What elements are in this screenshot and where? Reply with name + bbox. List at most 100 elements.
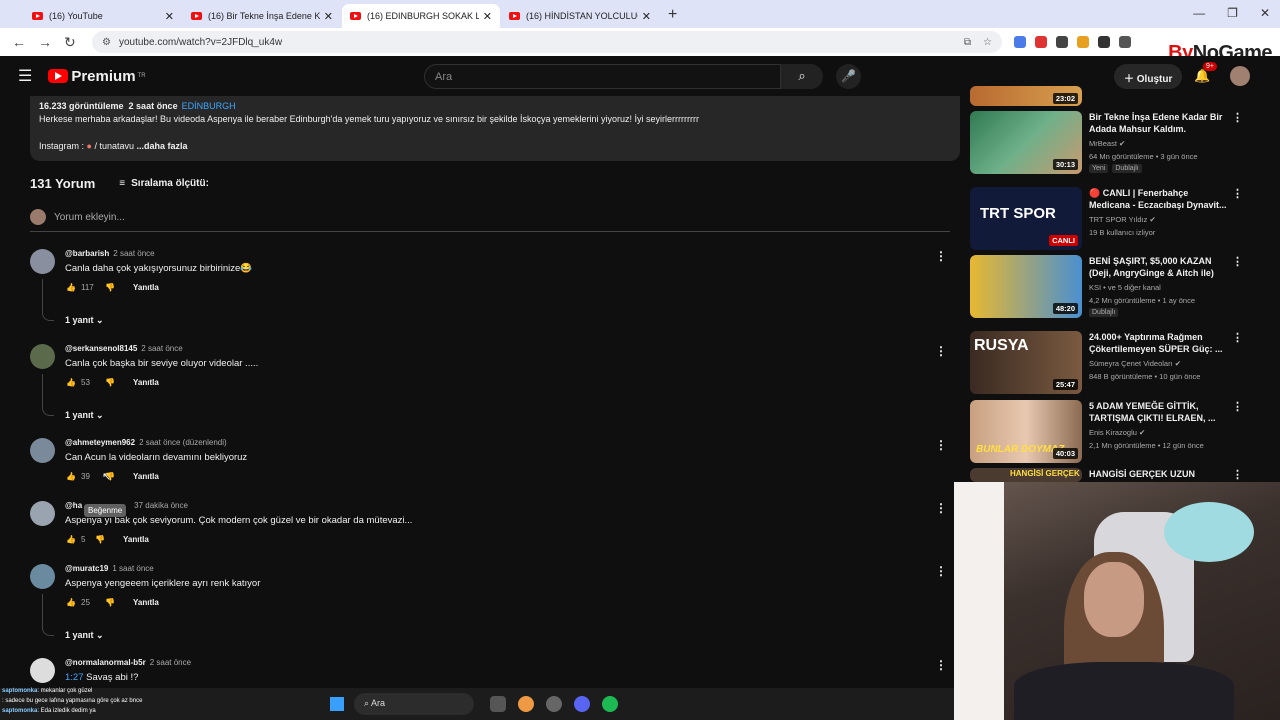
- app-icon[interactable]: [546, 696, 562, 712]
- comment-author[interactable]: @serkansenol8145 2 saat önce: [65, 344, 183, 353]
- reply-button[interactable]: Yanıtla: [133, 598, 159, 607]
- dislike-icon[interactable]: 👎: [95, 535, 107, 544]
- more-options-icon[interactable]: ⋮: [935, 564, 947, 578]
- close-tab-icon[interactable]: ✕: [483, 10, 492, 23]
- forward-icon[interactable]: →: [38, 34, 52, 50]
- recommended-video[interactable]: BUNLAR DOYMAZ 40:03 5 ADAM YEMEĞE GİTTİK…: [970, 400, 1250, 466]
- extension-icon[interactable]: [1056, 36, 1068, 48]
- add-comment-input[interactable]: Yorum ekleyin...: [54, 212, 125, 223]
- video-thumbnail[interactable]: BUNLAR DOYMAZ 40:03: [970, 400, 1082, 463]
- like-icon[interactable]: 👍: [65, 378, 77, 387]
- youtube-logo[interactable]: Premium TR: [48, 68, 146, 85]
- install-icon[interactable]: ⧉: [964, 37, 971, 48]
- like-icon[interactable]: 👍: [65, 598, 77, 607]
- more-options-icon[interactable]: ⋮: [1232, 187, 1243, 200]
- channel-name[interactable]: Enis Kirazoglu ✔: [1089, 428, 1145, 437]
- close-window-icon[interactable]: ✕: [1260, 6, 1270, 20]
- sort-button[interactable]: ≡ Sıralama ölçütü:: [119, 178, 209, 189]
- video-thumbnail[interactable]: TRT SPOR CANLI: [970, 187, 1082, 250]
- channel-name[interactable]: KSI • ve 5 diğer kanal: [1089, 283, 1161, 292]
- comment-author[interactable]: @barbarish 2 saat önce: [65, 249, 155, 258]
- reply-button[interactable]: Yanıtla: [133, 472, 159, 481]
- search-button[interactable]: ⌕: [781, 64, 823, 89]
- maximize-icon[interactable]: ❐: [1227, 6, 1238, 20]
- video-title[interactable]: Bir Tekne İnşa Edene Kadar Bir Adada Mah…: [1089, 111, 1229, 135]
- avatar[interactable]: [30, 501, 55, 526]
- back-icon[interactable]: ←: [12, 34, 26, 50]
- recommended-video[interactable]: RUSYA 25:47 24.000+ Yaptırıma Rağmen Çök…: [970, 331, 1250, 397]
- new-tab-button[interactable]: +: [668, 6, 677, 24]
- channel-name[interactable]: Sümeyra Çenet Videoları ✔: [1089, 359, 1181, 368]
- browser-tab-active[interactable]: (16) EDINBURGH SOKAK LEZZE ✕: [342, 4, 500, 28]
- reply-button[interactable]: Yanıtla: [133, 283, 159, 292]
- browser-tab[interactable]: (16) YouTube ✕: [24, 4, 182, 28]
- reply-button[interactable]: Yanıtla: [123, 535, 149, 544]
- comment-author[interactable]: @normalanormal-b5r 2 saat önce: [65, 658, 191, 667]
- like-icon[interactable]: 👍: [65, 283, 77, 292]
- channel-name[interactable]: TRT SPOR Yıldız ✔: [1089, 215, 1156, 224]
- extension-icon[interactable]: [1119, 36, 1131, 48]
- dislike-icon[interactable]: 👎: [105, 598, 117, 607]
- instagram-link[interactable]: / tunatavu: [95, 141, 135, 151]
- more-options-icon[interactable]: ⋮: [1232, 400, 1243, 413]
- more-options-icon[interactable]: ⋮: [935, 658, 947, 672]
- close-tab-icon[interactable]: ✕: [324, 10, 333, 23]
- extension-icon[interactable]: [1035, 36, 1047, 48]
- comment-author[interactable]: @ahmeteymen962 2 saat önce (düzenlendi): [65, 438, 227, 447]
- avatar[interactable]: [30, 438, 55, 463]
- more-options-icon[interactable]: ⋮: [1232, 255, 1243, 268]
- voice-search-button[interactable]: 🎤: [836, 64, 861, 89]
- avatar[interactable]: [30, 344, 55, 369]
- recommended-video[interactable]: 48:20 BENİ ŞAŞIRT, $5,000 KAZAN (Deji, A…: [970, 255, 1250, 321]
- taskbar-search[interactable]: ⌕ Ara: [354, 693, 474, 715]
- bookmark-star-icon[interactable]: ☆: [983, 37, 992, 48]
- video-title[interactable]: 🔴 CANLI | Fenerbahçe Medicana - Eczacıba…: [1089, 187, 1229, 211]
- reply-button[interactable]: Yanıtla: [133, 378, 159, 387]
- avatar[interactable]: [30, 249, 55, 274]
- show-more-button[interactable]: ...daha fazla: [137, 141, 188, 151]
- like-icon[interactable]: 👍: [65, 472, 77, 481]
- view-replies-button[interactable]: 1 yanıt ⌄: [65, 410, 104, 421]
- recommended-video[interactable]: 30:13 Bir Tekne İnşa Edene Kadar Bir Ada…: [970, 111, 1250, 177]
- video-thumbnail[interactable]: RUSYA 25:47: [970, 331, 1082, 394]
- comment-author[interactable]: @muratc19 1 saat önce: [65, 564, 154, 573]
- site-info-icon[interactable]: ⚙: [102, 37, 111, 48]
- recommended-video[interactable]: HANGİSİ GERÇEK HANGİSİ GERÇEK UZUN ⋮: [970, 468, 1250, 482]
- hashtag-link[interactable]: EDİNBURGH: [182, 101, 236, 111]
- more-options-icon[interactable]: ⋮: [1232, 468, 1243, 481]
- video-thumbnail[interactable]: 30:13: [970, 111, 1082, 174]
- more-options-icon[interactable]: ⋮: [1232, 331, 1243, 344]
- browser-tab[interactable]: (16) HİNDİSTAN YOLCULUĞU V ✕: [501, 4, 659, 28]
- video-title[interactable]: 24.000+ Yaptırıma Rağmen Çökertilemeyen …: [1089, 331, 1229, 355]
- view-replies-button[interactable]: 1 yanıt ⌄: [65, 630, 104, 641]
- more-options-icon[interactable]: ⋮: [935, 501, 947, 515]
- more-options-icon[interactable]: ⋮: [1232, 111, 1243, 124]
- channel-name[interactable]: MrBeast ✔: [1089, 139, 1125, 148]
- more-options-icon[interactable]: ⋮: [935, 438, 947, 452]
- discord-icon[interactable]: [574, 696, 590, 712]
- video-title[interactable]: HANGİSİ GERÇEK UZUN: [1089, 468, 1229, 480]
- reload-icon[interactable]: ↻: [64, 34, 78, 51]
- extension-icon[interactable]: [1014, 36, 1026, 48]
- windows-start-icon[interactable]: [330, 697, 344, 711]
- url-field[interactable]: ⚙ youtube.com/watch?v=2JFDlq_uk4w ⧉ ☆: [92, 31, 1002, 53]
- file-explorer-icon[interactable]: [490, 696, 506, 712]
- avatar[interactable]: [30, 564, 55, 589]
- spotify-icon[interactable]: [602, 696, 618, 712]
- dislike-icon[interactable]: 👎: [105, 378, 117, 387]
- close-tab-icon[interactable]: ✕: [165, 10, 174, 23]
- video-description[interactable]: 16.233 görüntüleme 2 saat önce EDİNBURGH …: [30, 96, 960, 161]
- account-avatar[interactable]: [1230, 66, 1250, 86]
- notifications-button[interactable]: 🔔 9+: [1194, 62, 1217, 84]
- chrome-icon[interactable]: [518, 696, 534, 712]
- dislike-icon[interactable]: 👎: [105, 283, 117, 292]
- hamburger-menu-icon[interactable]: ☰: [18, 66, 32, 86]
- avatar[interactable]: [30, 658, 55, 683]
- video-thumbnail[interactable]: HANGİSİ GERÇEK: [970, 468, 1082, 482]
- view-replies-button[interactable]: 1 yanıt ⌄: [65, 315, 104, 326]
- video-title[interactable]: BENİ ŞAŞIRT, $5,000 KAZAN (Deji, AngryGi…: [1089, 255, 1229, 279]
- extension-icon[interactable]: [1077, 36, 1089, 48]
- close-tab-icon[interactable]: ✕: [642, 10, 651, 23]
- video-thumbnail[interactable]: 23:02: [970, 86, 1082, 106]
- more-options-icon[interactable]: ⋮: [935, 344, 947, 358]
